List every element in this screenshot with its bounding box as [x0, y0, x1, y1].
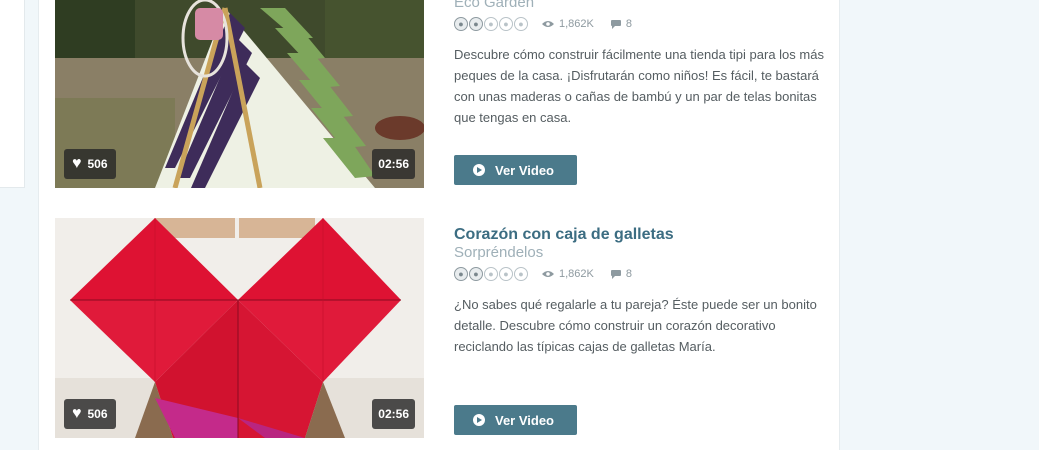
likes-badge[interactable]: ♥ 506	[64, 399, 116, 429]
views-count: 1,862K	[542, 268, 594, 280]
comments-count[interactable]: 8	[610, 268, 632, 280]
video-card: ♥ 506 02:56 Eco Garden ● ● ● ● ● 1,862K …	[55, 0, 825, 188]
comments-count[interactable]: 8	[610, 18, 632, 30]
video-list: ♥ 506 02:56 Eco Garden ● ● ● ● ● 1,862K …	[38, 0, 840, 450]
video-description: ¿No sabes qué regalarle a tu pareja? Ést…	[454, 297, 817, 354]
duration-text: 02:56	[378, 157, 409, 171]
comments-value: 8	[625, 268, 632, 280]
video-title[interactable]: Corazón con caja de galletas	[454, 226, 674, 244]
duration-badge: 02:56	[372, 399, 415, 429]
heart-icon: ♥	[72, 405, 82, 422]
rating-stars[interactable]: ● ● ● ● ●	[454, 17, 528, 31]
eye-icon	[542, 271, 554, 277]
lightbulb-icon: ●	[514, 267, 528, 281]
video-card: ♥ 506 02:56 Corazón con caja de galletas…	[55, 218, 825, 438]
watch-video-button[interactable]: Ver Video	[454, 405, 577, 435]
lightbulb-icon: ●	[499, 17, 513, 31]
lightbulb-icon: ●	[469, 267, 483, 281]
likes-badge[interactable]: ♥ 506	[64, 149, 116, 179]
comments-value: 8	[625, 18, 632, 30]
left-sidebar-panel	[0, 0, 25, 188]
video-meta: ● ● ● ● ● 1,862K 8	[454, 266, 632, 282]
lightbulb-icon: ●	[484, 17, 498, 31]
lightbulb-icon: ●	[484, 267, 498, 281]
views-value: 1,862K	[559, 268, 594, 280]
lightbulb-icon: ●	[454, 267, 468, 281]
duration-badge: 02:56	[372, 149, 415, 179]
watch-video-button[interactable]: Ver Video	[454, 155, 577, 185]
views-count: 1,862K	[542, 18, 594, 30]
watch-video-label: Ver Video	[494, 162, 554, 178]
video-category[interactable]: Sorpréndelos	[454, 244, 543, 261]
play-circle-icon	[472, 164, 485, 176]
rating-stars[interactable]: ● ● ● ● ●	[454, 267, 528, 281]
play-circle-icon	[472, 414, 485, 426]
video-category[interactable]: Eco Garden	[454, 0, 534, 11]
duration-text: 02:56	[378, 407, 409, 421]
watch-video-label: Ver Video	[494, 412, 554, 428]
video-meta: ● ● ● ● ● 1,862K 8	[454, 16, 632, 32]
video-thumbnail[interactable]: ♥ 506 02:56	[55, 0, 424, 188]
video-thumbnail[interactable]: ♥ 506 02:56	[55, 218, 424, 438]
lightbulb-icon: ●	[499, 267, 513, 281]
eye-icon	[542, 21, 554, 27]
lightbulb-icon: ●	[454, 17, 468, 31]
likes-count: 506	[87, 157, 108, 171]
views-value: 1,862K	[559, 18, 594, 30]
comment-icon	[610, 269, 621, 279]
lightbulb-icon: ●	[514, 17, 528, 31]
lightbulb-icon: ●	[469, 17, 483, 31]
heart-icon: ♥	[72, 155, 82, 172]
comment-icon	[610, 19, 621, 29]
likes-count: 506	[87, 407, 108, 421]
video-description: Descubre cómo construir fácilmente una t…	[454, 47, 824, 125]
